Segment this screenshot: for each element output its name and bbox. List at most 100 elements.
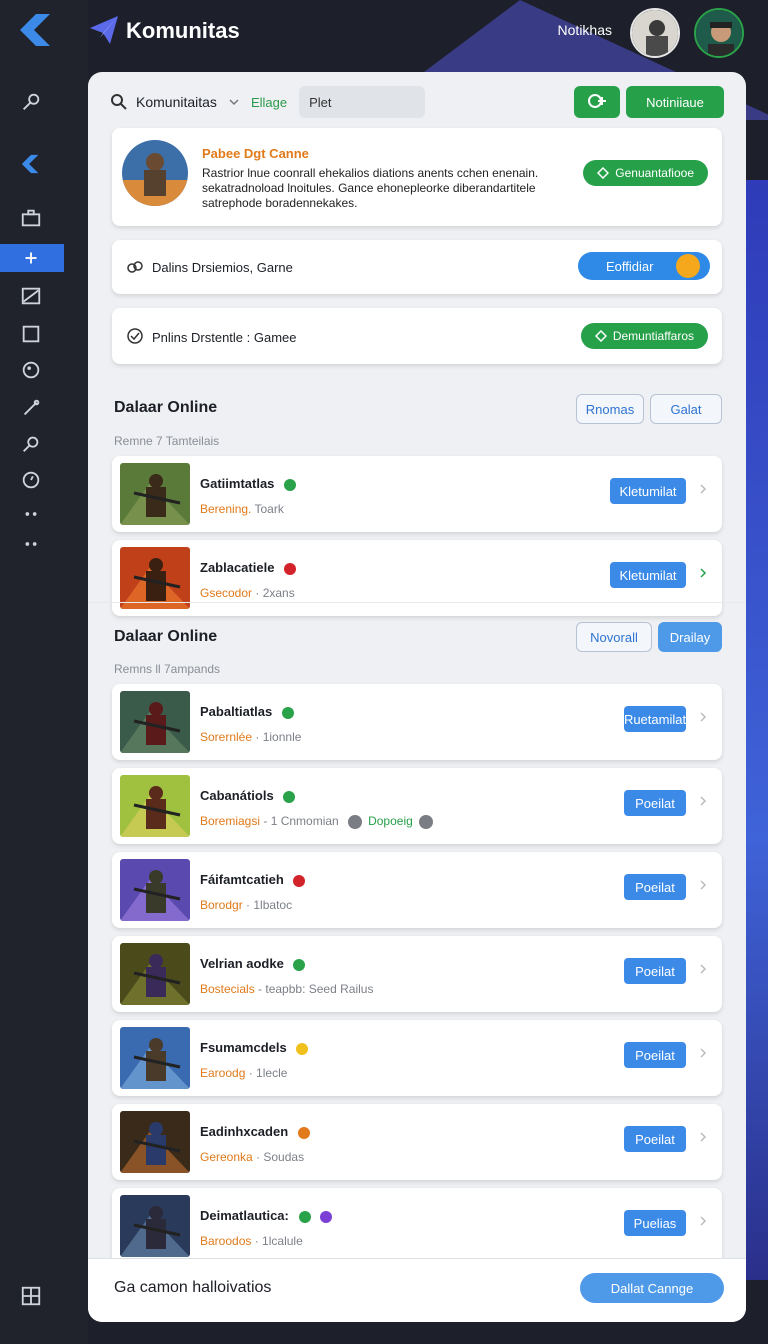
sidebar-item-more-2[interactable] [0,530,88,558]
user-avatar[interactable] [694,8,744,58]
list-item[interactable]: Gatiimtatlas Berening. Toark Kletumilat [112,456,722,532]
chevron-right-icon[interactable] [698,880,708,890]
search-input[interactable] [299,86,426,118]
sidebar-item-square[interactable] [0,320,88,348]
square-icon [22,325,40,343]
game-name-text: Fsumamcdels [200,1040,287,1055]
settings-row[interactable]: Dalins Drsiemios, Garne Eoffidiar [112,240,722,294]
game-name: Fsumamcdels [200,1040,309,1055]
sidebar-item-more[interactable] [0,500,88,528]
game-thumbnail [120,463,190,525]
list-item[interactable]: Eadinhxcaden Gereonka · Soudas Poeilat [112,1104,722,1180]
meta-secondary: · 1lcalule [254,1234,303,1248]
primary-button[interactable]: Notiniiaue [626,86,724,118]
item-action-button[interactable]: Kletumilat [610,478,686,504]
list-item[interactable]: Deimatlautica: Baroodos · 1lcalule Pueli… [112,1188,722,1264]
game-meta: Bostecials - teapbb: Seed Railus [200,982,373,996]
add-user-button[interactable] [574,86,620,118]
item-action-button[interactable]: Poeilat [624,874,686,900]
item-action-button[interactable]: Poeilat [624,1042,686,1068]
divider [88,602,746,603]
item-action-button[interactable]: Poeilat [624,790,686,816]
game-thumbnail [120,943,190,1005]
list-item[interactable]: Zablacatiele Gsecodor · 2xans Kletumilat [112,540,722,616]
palette-icon [22,361,40,379]
game-name-text: Deimatlautica: [200,1208,289,1223]
main-panel: Komunitaitas Ellage Notiniiaue Pabee Dgt… [88,72,746,1322]
row-label: Pnlins Drstentle : Gamee [152,330,297,345]
filter-button[interactable]: Galat [650,394,722,424]
display-button[interactable]: Drailay [658,622,722,652]
item-action-button[interactable]: Puelias [624,1210,686,1236]
status-badge-icon [293,958,306,971]
search-icon [23,436,39,452]
meta-secondary: - teapbb: Seed Railus [258,982,374,996]
notifications-link[interactable]: Notikhas [558,22,612,38]
list-item[interactable]: Fsumamcdels Earoodg · 1lecle Poeilat [112,1020,722,1096]
sidebar-item-search[interactable] [0,430,88,458]
game-name-text: Fáifamtcatieh [200,872,284,887]
filter-button[interactable]: Novorall [576,622,652,652]
game-name-text: Pabaltiatlas [200,704,273,719]
item-action-button[interactable]: Poeilat [624,958,686,984]
settings-row[interactable]: Pnlins Drstentle : Gamee Demuntiaffaros [112,308,722,364]
chevron-right-icon[interactable] [698,796,708,806]
chevron-right-icon[interactable] [698,568,708,578]
bottom-action-button[interactable]: Dallat Cannge [580,1273,724,1303]
filter-button[interactable]: Rnomas [576,394,644,424]
top-bar: Komunitas Notikhas [88,0,768,64]
paper-plane-icon [90,16,118,44]
chevron-down-icon[interactable] [229,97,239,107]
chevron-right-icon[interactable] [698,1216,708,1226]
meta-primary: Boremiagsi [200,814,261,828]
sidebar-item-tools[interactable] [0,88,88,116]
add-user-icon [588,94,606,108]
list-item[interactable]: Fáifamtcatieh Borodgr · 1lbatoc Poeilat [112,852,722,928]
status-badge-icon [296,1042,309,1055]
search-icon [111,94,127,110]
list-item[interactable]: Velrian aodke Bostecials - teapbb: Seed … [112,936,722,1012]
filter-chip[interactable]: Ellage [251,95,287,110]
game-meta: Sorernlée · 1ionnle [200,730,301,744]
chevron-right-icon[interactable] [698,964,708,974]
row-label: Dalins Drsiemios, Garne [152,260,293,275]
meta-tertiary: Dopoeig [368,814,413,828]
search-scope[interactable]: Komunitaitas [136,94,217,110]
game-thumbnail [120,859,190,921]
sidebar-item-clock[interactable] [0,466,88,494]
game-name-text: Gatiimtatlas [200,476,275,491]
sidebar-item-briefcase[interactable] [0,204,88,232]
list-item[interactable]: Pabaltiatlas Sorernlée · 1ionnle Ruetami… [112,684,722,760]
game-name: Deimatlautica: [200,1208,333,1223]
meta-primary: Gereonka [200,1150,253,1164]
sidebar-item-pen[interactable] [0,394,88,422]
search-bar: Komunitaitas Ellage Notiniiaue [110,86,724,118]
chevron-right-icon[interactable] [698,1132,708,1142]
chevron-right-icon[interactable] [698,712,708,722]
chevron-right-icon[interactable] [698,484,708,494]
list-item[interactable]: Cabanátiols Boremiagsi - 1 Cnmomian Dopo… [112,768,722,844]
brand-logo-icon[interactable] [16,10,56,50]
item-action-button[interactable]: Ruetamilat [624,706,686,732]
toggle-switch[interactable]: Eoffidiar [578,252,710,280]
game-name: Pabaltiatlas [200,704,294,719]
grid-icon [21,1286,41,1306]
section-subtitle: Remns ll 7ampands [114,662,221,676]
featured-action-button[interactable]: Genuantafiooe [583,160,708,186]
avatar[interactable] [630,8,680,58]
diamond-icon [597,167,610,179]
sidebar-item-active[interactable] [0,244,64,272]
featured-card[interactable]: Pabee Dgt Canne Rastrior lnue coonrall e… [112,128,722,226]
item-action-button[interactable]: Poeilat [624,1126,686,1152]
sidebar-item-home[interactable] [0,150,88,178]
sidebar-item-palette[interactable] [0,356,88,384]
meta-primary: Gsecodor [200,586,253,600]
meta-primary: Bostecials [200,982,255,996]
row-action-button[interactable]: Demuntiaffaros [580,323,708,349]
sidebar-item-grid[interactable] [0,1282,88,1310]
featured-action-label: Genuantafiooe [615,166,694,180]
sidebar-item-chart[interactable] [0,282,88,310]
section-title: Dalaar Online [114,628,218,645]
chevron-right-icon[interactable] [698,1048,708,1058]
item-action-button[interactable]: Kletumilat [610,562,686,588]
